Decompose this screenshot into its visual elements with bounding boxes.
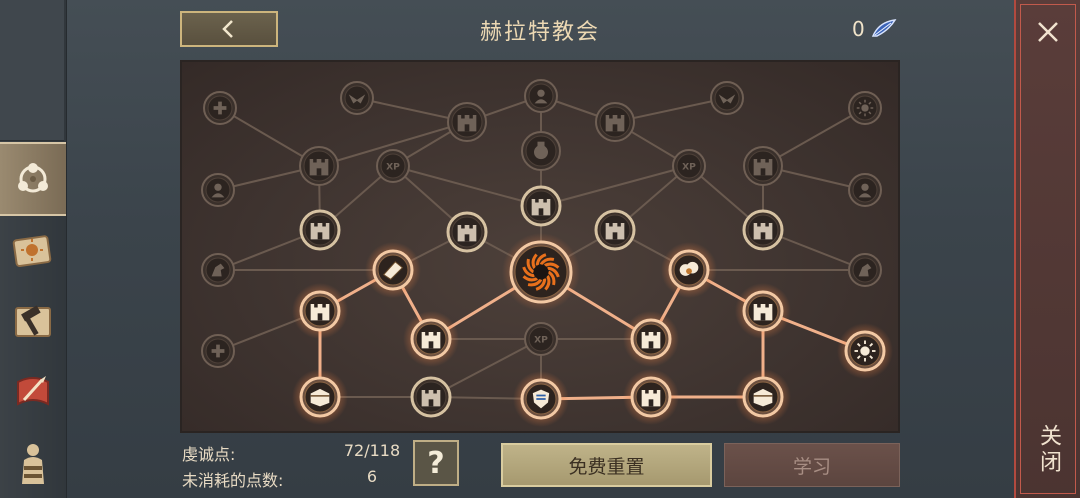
hammer-map-icon bbox=[15, 305, 51, 337]
svg-text:XP: XP bbox=[534, 335, 548, 346]
page-title: 赫拉特教会 bbox=[479, 20, 600, 45]
skill-node-tower[interactable] bbox=[742, 209, 784, 251]
sun-scroll-icon bbox=[12, 235, 52, 267]
skill-node-tower[interactable] bbox=[623, 369, 679, 425]
skill-node-tower[interactable] bbox=[292, 283, 348, 339]
skill-node-tower[interactable] bbox=[743, 146, 783, 186]
close-panel[interactable]: 关闭 bbox=[1014, 0, 1080, 498]
close-panel-frame bbox=[1020, 4, 1076, 494]
skill-node-eagle[interactable] bbox=[340, 81, 374, 115]
skill-tree-board: XP XP XP bbox=[180, 60, 900, 433]
skill-node-sun[interactable] bbox=[837, 323, 893, 379]
svg-text:XP: XP bbox=[682, 162, 696, 173]
skill-node-eagle[interactable] bbox=[710, 81, 744, 115]
sidebar-tab-hammer[interactable] bbox=[0, 286, 66, 356]
skill-node-tower[interactable] bbox=[623, 311, 679, 367]
help-button[interactable]: ? bbox=[413, 440, 459, 486]
skill-node-tower[interactable] bbox=[520, 185, 562, 227]
unspent-points-label: 未消耗的点数: bbox=[182, 471, 284, 490]
feather-gem-icon bbox=[871, 19, 897, 37]
currency-amount: 0 bbox=[852, 17, 865, 41]
currency-display: 0 bbox=[852, 17, 897, 41]
skill-node-xp[interactable]: XP bbox=[524, 322, 558, 356]
skill-node-shield[interactable] bbox=[513, 371, 569, 427]
skill-node-horse[interactable] bbox=[201, 253, 235, 287]
skill-node-tower[interactable] bbox=[594, 209, 636, 251]
skill-node-horse[interactable] bbox=[848, 253, 882, 287]
stats-panel: 虔诚点: 72/118 未消耗的点数: 6 bbox=[182, 441, 402, 493]
skill-node-xp[interactable]: XP bbox=[376, 149, 410, 183]
piety-label: 虔诚点: bbox=[182, 445, 236, 464]
skill-node-tower[interactable] bbox=[595, 102, 635, 142]
piety-value: 72/118 bbox=[343, 441, 401, 460]
skill-node-tower[interactable] bbox=[299, 209, 341, 251]
skill-node-soldier[interactable] bbox=[524, 79, 558, 113]
close-icon[interactable] bbox=[1034, 18, 1062, 46]
svg-text:XP: XP bbox=[386, 162, 400, 173]
skill-node-soldier[interactable] bbox=[201, 173, 235, 207]
skill-node-tower[interactable] bbox=[735, 283, 791, 339]
skill-node-tower[interactable] bbox=[410, 376, 452, 418]
sidebar-tab-hero[interactable] bbox=[0, 428, 66, 498]
hero-figure-icon bbox=[22, 444, 44, 484]
sidebar-tab-quill[interactable] bbox=[0, 356, 66, 426]
sidebar-tab-network[interactable] bbox=[0, 142, 66, 216]
learn-button[interactable]: 学习 bbox=[724, 443, 900, 487]
skill-node-bag[interactable] bbox=[365, 242, 421, 298]
skill-node-pot[interactable] bbox=[521, 131, 561, 171]
skill-node-tower[interactable] bbox=[446, 211, 488, 253]
skill-node-tower[interactable] bbox=[299, 146, 339, 186]
skill-tree: XP XP XP bbox=[201, 79, 893, 427]
skill-node-chest[interactable] bbox=[292, 369, 348, 425]
skill-node-tower[interactable] bbox=[403, 311, 459, 367]
close-label[interactable]: 关闭 bbox=[1034, 424, 1064, 476]
skill-node-plus[interactable] bbox=[203, 91, 237, 125]
sidebar-tab-scroll[interactable] bbox=[0, 216, 66, 286]
skill-node-chest[interactable] bbox=[735, 369, 791, 425]
skill-node-plus[interactable] bbox=[201, 334, 235, 368]
quill-scroll-icon bbox=[17, 376, 49, 406]
left-sidebar bbox=[0, 0, 67, 498]
skill-node-vortex[interactable] bbox=[502, 233, 580, 311]
skill-node-tower[interactable] bbox=[447, 102, 487, 142]
skill-node-cloud[interactable] bbox=[661, 242, 717, 298]
skill-node-soldier[interactable] bbox=[848, 173, 882, 207]
unspent-points-value: 6 bbox=[366, 467, 378, 486]
skill-node-xp[interactable]: XP bbox=[672, 149, 706, 183]
network-nodes-icon bbox=[18, 163, 48, 193]
skill-node-sun[interactable] bbox=[848, 91, 882, 125]
free-reset-button[interactable]: 免费重置 bbox=[501, 443, 712, 487]
